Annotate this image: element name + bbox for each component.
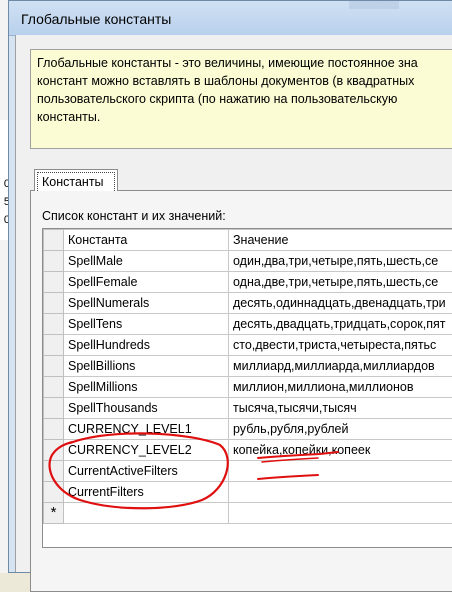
constant-value-cell[interactable]: десять,одиннадцать,двенадцать,три: [229, 293, 452, 314]
table-row[interactable]: SpellThousandsтысяча,тысячи,тысяч: [44, 398, 452, 419]
constant-name-cell[interactable]: SpellTens: [64, 314, 229, 335]
tab-constants[interactable]: Константы: [34, 169, 118, 191]
constant-name-cell[interactable]: CurrentActiveFilters: [64, 461, 229, 482]
constant-name-cell[interactable]: SpellHundreds: [64, 335, 229, 356]
row-selector[interactable]: [44, 314, 64, 335]
table-row[interactable]: CurrentActiveFilters: [44, 461, 452, 482]
column-header-value[interactable]: Значение: [229, 230, 452, 251]
constant-value-cell[interactable]: копейка,копейки,копеек: [229, 440, 452, 461]
description-panel: Глобальные константы - это величины, име…: [30, 49, 452, 149]
title-bar[interactable]: Глобальные константы: [9, 1, 452, 36]
description-line: константы.: [37, 108, 452, 126]
row-selector[interactable]: [44, 335, 64, 356]
table-row[interactable]: SpellMaleодин,два,три,четыре,пять,шесть,…: [44, 251, 452, 272]
constant-value-cell[interactable]: сто,двести,триста,четыреста,пятьс: [229, 335, 452, 356]
row-selector[interactable]: [44, 482, 64, 503]
header-row-selector[interactable]: [44, 230, 64, 251]
table-row[interactable]: SpellHundredsсто,двести,триста,четыреста…: [44, 335, 452, 356]
new-row-name-cell[interactable]: [64, 503, 229, 524]
row-selector[interactable]: [44, 398, 64, 419]
constant-name-cell[interactable]: CURRENCY_LEVEL2: [64, 440, 229, 461]
new-row[interactable]: *: [44, 503, 452, 524]
row-selector[interactable]: [44, 356, 64, 377]
dialog-title: Глобальные константы: [21, 11, 171, 27]
description-line: Глобальные константы - это величины, име…: [37, 54, 452, 72]
global-constants-dialog: Глобальные константы Глобальные констант…: [8, 0, 452, 573]
constant-name-cell[interactable]: CurrentFilters: [64, 482, 229, 503]
description-line: пользовательского скрипта (по нажатию на…: [37, 90, 452, 108]
row-selector[interactable]: [44, 251, 64, 272]
table-row[interactable]: SpellFemaleодна,две,три,четыре,пять,шест…: [44, 272, 452, 293]
table-row[interactable]: CurrentFilters: [44, 482, 452, 503]
constant-name-cell[interactable]: SpellMale: [64, 251, 229, 272]
constant-value-cell[interactable]: [229, 461, 452, 482]
constant-name-cell[interactable]: SpellFemale: [64, 272, 229, 293]
constant-name-cell[interactable]: CURRENCY_LEVEL1: [64, 419, 229, 440]
row-selector[interactable]: [44, 461, 64, 482]
constant-name-cell[interactable]: SpellBillions: [64, 356, 229, 377]
table-row[interactable]: SpellTensдесять,двадцать,тридцать,сорок,…: [44, 314, 452, 335]
row-selector[interactable]: [44, 272, 64, 293]
row-selector[interactable]: [44, 377, 64, 398]
table-row[interactable]: CURRENCY_LEVEL2копейка,копейки,копеек: [44, 440, 452, 461]
row-selector[interactable]: [44, 419, 64, 440]
constant-value-cell[interactable]: [229, 482, 452, 503]
title-bar-shade: [349, 1, 399, 9]
table-row[interactable]: CURRENCY_LEVEL1рубль,рубля,рублей: [44, 419, 452, 440]
grid-header-row: Константа Значение: [44, 230, 452, 251]
description-line: констант можно вставлять в шаблоны докум…: [37, 72, 452, 90]
table-row[interactable]: SpellBillionsмиллиард,миллиарда,миллиард…: [44, 356, 452, 377]
dialog-client-area: Глобальные константы - это величины, име…: [15, 35, 452, 572]
constant-name-cell[interactable]: SpellNumerals: [64, 293, 229, 314]
constant-value-cell[interactable]: тысяча,тысячи,тысяч: [229, 398, 452, 419]
constant-value-cell[interactable]: миллион,миллиона,миллионов: [229, 377, 452, 398]
list-caption: Список констант и их значений:: [42, 209, 226, 223]
constant-value-cell[interactable]: рубль,рубля,рублей: [229, 419, 452, 440]
table-row[interactable]: SpellMillionsмиллион,миллиона,миллионов: [44, 377, 452, 398]
constant-value-cell[interactable]: один,два,три,четыре,пять,шесть,се: [229, 251, 452, 272]
constants-grid[interactable]: Константа Значение SpellMaleодин,два,три…: [42, 228, 452, 548]
constant-value-cell[interactable]: миллиард,миллиарда,миллиардов: [229, 356, 452, 377]
tab-constants-label: Константы: [37, 172, 115, 191]
new-row-marker[interactable]: *: [44, 503, 64, 524]
table-row[interactable]: SpellNumeralsдесять,одиннадцать,двенадца…: [44, 293, 452, 314]
constant-name-cell[interactable]: SpellThousands: [64, 398, 229, 419]
row-selector[interactable]: [44, 293, 64, 314]
constant-value-cell[interactable]: десять,двадцать,тридцать,сорок,пят: [229, 314, 452, 335]
new-row-value-cell[interactable]: [229, 503, 452, 524]
row-selector[interactable]: [44, 440, 64, 461]
column-header-name[interactable]: Константа: [64, 230, 229, 251]
constant-value-cell[interactable]: одна,две,три,четыре,пять,шесть,се: [229, 272, 452, 293]
constant-name-cell[interactable]: SpellMillions: [64, 377, 229, 398]
